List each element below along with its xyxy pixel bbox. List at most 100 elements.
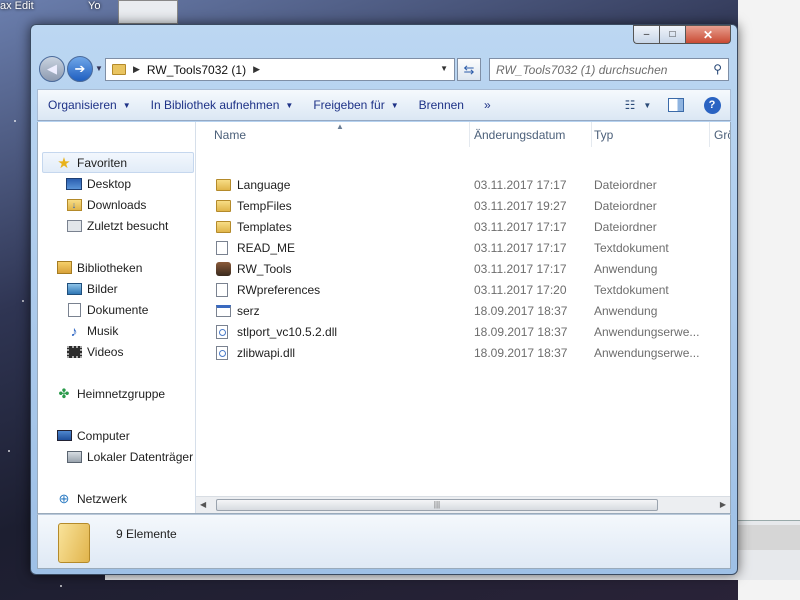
organize-button[interactable]: Organisieren ▼	[38, 91, 141, 119]
scrollbar-thumb[interactable]: |||	[216, 499, 658, 511]
file-name: Templates	[237, 219, 292, 234]
search-icon[interactable]: ⚲	[713, 62, 722, 76]
file-name: TempFiles	[237, 198, 292, 213]
sidebar-item-label: Netzwerk	[77, 491, 128, 506]
music-icon: ♪	[70, 322, 78, 339]
forward-button[interactable]: ➔	[67, 56, 93, 82]
change-view-button[interactable]: ☷ ▼	[618, 98, 658, 112]
table-row[interactable]: stlport_vc10.5.2.dll 18.09.2017 18:37 An…	[196, 321, 730, 342]
table-row[interactable]: zlibwapi.dll 18.09.2017 18:37 Anwendungs…	[196, 342, 730, 363]
item-count: 9 Elemente	[116, 527, 177, 541]
chevron-down-icon: ▼	[390, 100, 399, 110]
sidebar-item-homegroup[interactable]: ✤ Heimnetzgruppe	[56, 383, 166, 404]
sidebar-item-music[interactable]: ♪ Musik	[66, 320, 119, 341]
table-row[interactable]: Language 03.11.2017 17:17 Dateiordner	[196, 174, 730, 195]
sidebar-item-label: Dokumente	[87, 302, 149, 317]
search-box[interactable]: ⚲	[489, 58, 729, 81]
file-name: RW_Tools	[237, 261, 292, 276]
address-bar[interactable]: ▶ RW_Tools7032 (1) ▶ ▼	[105, 58, 455, 81]
address-history-dropdown-icon[interactable]: ▼	[440, 64, 448, 73]
scroll-right-icon[interactable]: ▶	[720, 500, 726, 509]
folder-icon	[216, 199, 231, 212]
background-window	[738, 0, 800, 600]
share-with-button[interactable]: Freigeben für ▼	[303, 91, 408, 119]
sidebar-item-documents[interactable]: Dokumente	[66, 299, 148, 320]
sidebar-item-label: Videos	[87, 344, 124, 359]
star	[22, 300, 24, 302]
file-name: RWpreferences	[237, 282, 321, 297]
sidebar-item-local-disk[interactable]: Lokaler Datenträger	[66, 446, 193, 467]
sidebar-item-pictures[interactable]: Bilder	[66, 278, 118, 299]
sidebar-item-downloads[interactable]: ↓ Downloads	[66, 194, 146, 215]
navigation-pane: ★ Favoriten Desktop ↓ Downloads Zuletzt …	[38, 122, 196, 513]
back-button[interactable]: ◀	[39, 56, 65, 82]
close-button[interactable]: ✕	[685, 25, 731, 44]
file-name: stlport_vc10.5.2.dll	[237, 324, 338, 339]
libraries-icon	[56, 261, 72, 274]
executable-icon	[216, 304, 231, 317]
help-button[interactable]: ?	[694, 96, 730, 114]
table-row[interactable]: RW_Tools 03.11.2017 17:17 Anwendung	[196, 258, 730, 279]
file-date: 03.11.2017 17:17	[474, 261, 567, 276]
table-row[interactable]: RWpreferences 03.11.2017 17:20 Textdokum…	[196, 279, 730, 300]
column-header-type[interactable]: Typ	[594, 122, 710, 147]
file-type: Textdokument	[594, 282, 669, 297]
column-header-date[interactable]: Änderungsdatum	[474, 122, 592, 147]
recent-places-icon	[66, 219, 82, 232]
more-commands-button[interactable]: »	[474, 91, 501, 119]
column-header-label: Grö	[714, 127, 730, 142]
sidebar-item-network[interactable]: ⊕ Netzwerk	[56, 488, 127, 509]
refresh-button[interactable]: ⇆	[457, 58, 481, 81]
scroll-left-icon[interactable]: ◀	[200, 500, 206, 509]
dll-file-icon	[216, 324, 228, 339]
include-in-library-button[interactable]: In Bibliothek aufnehmen ▼	[141, 91, 304, 119]
homegroup-icon: ✤	[58, 385, 70, 401]
table-row[interactable]: Templates 03.11.2017 17:17 Dateiordner	[196, 216, 730, 237]
text-file-icon	[216, 282, 228, 297]
file-name: READ_ME	[237, 240, 296, 255]
refresh-icon: ⇆	[463, 61, 475, 77]
column-header-label: Änderungsdatum	[474, 127, 566, 142]
column-header-size[interactable]: Grö	[714, 122, 730, 147]
chevron-down-icon: ▼	[285, 100, 294, 110]
sidebar-item-computer[interactable]: Computer	[56, 425, 130, 446]
horizontal-scrollbar[interactable]: ◀ ||| ▶	[196, 496, 730, 513]
file-date: 03.11.2017 17:20	[474, 282, 567, 297]
desktop-icon	[66, 177, 82, 190]
preview-pane-button[interactable]	[658, 98, 694, 112]
file-date: 03.11.2017 17:17	[474, 219, 567, 234]
folder-icon	[216, 178, 231, 191]
sidebar-item-label: Heimnetzgruppe	[77, 386, 166, 401]
table-row[interactable]: serz 18.09.2017 18:37 Anwendung	[196, 300, 730, 321]
column-header-name[interactable]: Name	[214, 122, 470, 147]
folder-icon	[216, 220, 231, 233]
breadcrumb-segment[interactable]: RW_Tools7032 (1)	[147, 63, 246, 77]
hard-drive-icon	[66, 450, 82, 463]
search-input[interactable]	[490, 59, 700, 80]
sidebar-item-libraries[interactable]: Bibliotheken	[56, 257, 142, 278]
file-type: Dateiordner	[594, 219, 657, 234]
folder-icon	[58, 523, 90, 563]
burn-button[interactable]: Brennen	[409, 91, 474, 119]
file-date: 03.11.2017 19:27	[474, 198, 567, 213]
burn-label: Brennen	[418, 98, 464, 112]
sidebar-item-videos[interactable]: Videos	[66, 341, 123, 362]
table-row[interactable]: TempFiles 03.11.2017 19:27 Dateiordner	[196, 195, 730, 216]
sidebar-item-favorites[interactable]: ★ Favoriten	[42, 152, 194, 173]
recent-pages-dropdown-icon[interactable]: ▼	[95, 64, 103, 73]
sidebar-item-recent-places[interactable]: Zuletzt besucht	[66, 215, 168, 236]
column-header-label: Typ	[594, 127, 614, 142]
chevron-down-icon: ▼	[122, 100, 131, 110]
details-pane: 9 Elemente	[37, 514, 731, 569]
navigation-bar: ◀ ➔ ▼ ▶ RW_Tools7032 (1) ▶ ▼ ⇆ ⚲	[37, 56, 731, 84]
sidebar-item-desktop[interactable]: Desktop	[66, 173, 131, 194]
sidebar-item-label: Downloads	[87, 197, 147, 212]
main-area: ★ Favoriten Desktop ↓ Downloads Zuletzt …	[37, 122, 731, 514]
maximize-button[interactable]: □	[659, 25, 685, 44]
chevron-right-icon[interactable]: ▶	[133, 64, 140, 75]
minimize-button[interactable]: –	[633, 25, 659, 44]
file-date: 18.09.2017 18:37	[474, 324, 568, 339]
explorer-window: – □ ✕ ◀ ➔ ▼ ▶ RW_Tools7032 (1) ▶ ▼ ⇆ ⚲ O…	[30, 24, 738, 575]
table-row[interactable]: READ_ME 03.11.2017 17:17 Textdokument	[196, 237, 730, 258]
chevron-right-icon[interactable]: ▶	[253, 64, 260, 75]
